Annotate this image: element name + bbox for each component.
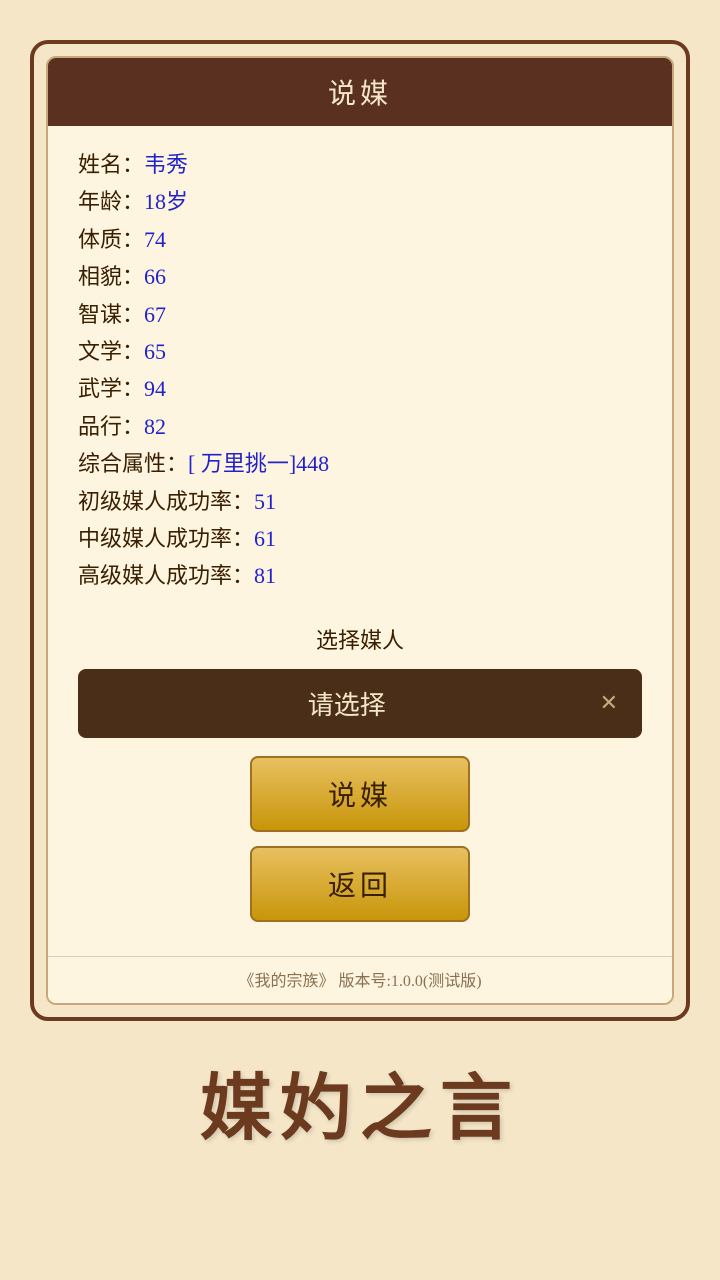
footer-text: 《我的宗族》 版本号:1.0.0(测试版) (238, 973, 481, 990)
strategy-row: 智谋：67 (78, 296, 642, 333)
mid-value: 61 (254, 526, 276, 551)
close-icon: ✕ (600, 690, 618, 716)
senior-label: 高级媒人成功率： (78, 563, 254, 588)
select-placeholder: 请选择 (102, 685, 592, 722)
martial-value: 94 (144, 376, 166, 401)
strategy-value: 67 (144, 302, 166, 327)
select-dropdown[interactable]: 请选择 ✕ (78, 669, 642, 738)
senior-row: 高级媒人成功率：81 (78, 557, 642, 594)
junior-value: 51 (254, 489, 276, 514)
name-row: 姓名：韦秀 (78, 146, 642, 183)
outer-frame: 说媒 姓名：韦秀 年龄：18岁 体质：74 相貌：66 智谋：67 (30, 40, 690, 1021)
appearance-value: 66 (144, 264, 166, 289)
divider (78, 605, 642, 623)
mid-label: 中级媒人成功率： (78, 526, 254, 551)
literature-value: 65 (144, 339, 166, 364)
martial-label: 武学： (78, 376, 144, 401)
composite-tag: [ 万里挑一] (188, 451, 296, 476)
senior-value: 81 (254, 563, 276, 588)
conduct-value: 82 (144, 414, 166, 439)
composite-value: 448 (296, 451, 329, 476)
constitution-row: 体质：74 (78, 221, 642, 258)
card-header: 说媒 (48, 58, 672, 126)
action-button[interactable]: 说媒 (250, 756, 470, 832)
composite-label: 综合属性： (78, 451, 188, 476)
strategy-label: 智谋： (78, 302, 144, 327)
literature-label: 文学： (78, 339, 144, 364)
appearance-label: 相貌： (78, 264, 144, 289)
constitution-value: 74 (144, 227, 166, 252)
composite-row: 综合属性：[ 万里挑一]448 (78, 445, 642, 482)
martial-row: 武学：94 (78, 370, 642, 407)
appearance-row: 相貌：66 (78, 258, 642, 295)
inner-card: 说媒 姓名：韦秀 年龄：18岁 体质：74 相貌：66 智谋：67 (46, 56, 674, 1005)
junior-label: 初级媒人成功率： (78, 489, 254, 514)
constitution-label: 体质： (78, 227, 144, 252)
card-body: 姓名：韦秀 年龄：18岁 体质：74 相貌：66 智谋：67 文学：65 (48, 126, 672, 956)
info-section: 姓名：韦秀 年龄：18岁 体质：74 相貌：66 智谋：67 文学：65 (78, 146, 642, 595)
name-label: 姓名： (78, 152, 144, 177)
conduct-label: 品行： (78, 414, 144, 439)
age-row: 年龄：18岁 (78, 183, 642, 220)
back-button[interactable]: 返回 (250, 846, 470, 922)
literature-row: 文学：65 (78, 333, 642, 370)
junior-row: 初级媒人成功率：51 (78, 483, 642, 520)
select-label: 选择媒人 (78, 623, 642, 655)
age-label: 年龄： (78, 189, 144, 214)
name-value: 韦秀 (144, 152, 188, 177)
card-footer: 《我的宗族》 版本号:1.0.0(测试版) (48, 956, 672, 1003)
conduct-row: 品行：82 (78, 408, 642, 445)
header-title: 说媒 (328, 79, 392, 110)
age-value: 18岁 (144, 189, 188, 214)
bottom-title: 媒妁之言 (200, 1049, 520, 1154)
mid-row: 中级媒人成功率：61 (78, 520, 642, 557)
